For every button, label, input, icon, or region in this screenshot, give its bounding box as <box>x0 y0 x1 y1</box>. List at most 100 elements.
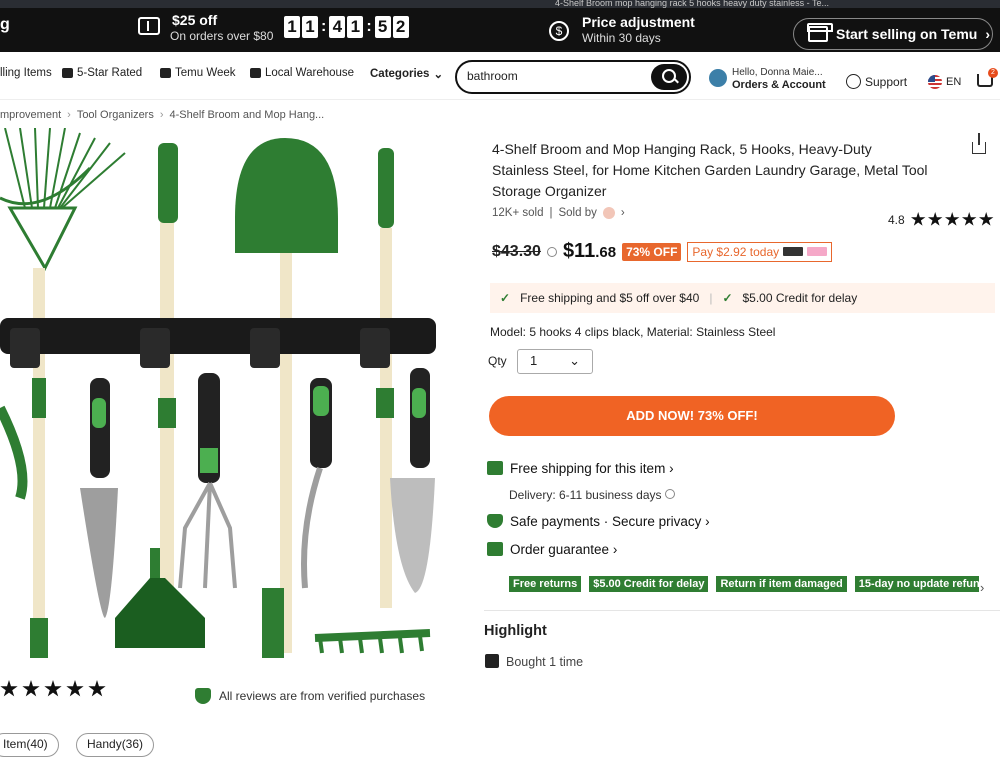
bag-icon <box>485 654 499 668</box>
delivery-estimate: Delivery: 6-11 business days <box>509 488 675 502</box>
product-rating[interactable]: 4.8 <box>888 212 994 227</box>
timer-digit: 1 <box>347 16 364 38</box>
nav-temu-week[interactable]: Temu Week <box>160 67 236 79</box>
search-box <box>455 60 691 94</box>
language-selector[interactable]: EN <box>946 76 961 88</box>
shield-icon <box>195 688 211 704</box>
safe-payments-link[interactable]: Safe payments · Secure privacy › <box>510 514 710 529</box>
nav-label: Categories <box>370 68 430 80</box>
nav-best-selling[interactable]: lling Items <box>0 67 52 79</box>
support-link[interactable]: Support <box>865 75 907 89</box>
pay-later-box[interactable]: Pay $2.92 today <box>687 241 833 262</box>
sale-price-main: $11 <box>562 240 596 262</box>
star-icon <box>961 212 977 226</box>
guarantee-icon <box>487 542 503 556</box>
nav-local-warehouse[interactable]: Local Warehouse <box>250 67 354 79</box>
shop-icon <box>807 23 833 42</box>
product-meta: 12K+ sold | Sold by › <box>492 207 625 219</box>
price-row: $43.30 $11.68 73% OFF Pay $2.92 today <box>492 240 833 263</box>
info-icon[interactable] <box>664 489 675 499</box>
sale-price: $11.68 <box>563 240 616 263</box>
section-divider <box>484 610 1000 611</box>
nav-categories[interactable]: Categories ⌄ <box>370 67 443 81</box>
chevron-right-icon[interactable]: › <box>621 207 625 219</box>
check-icon: ✓ <box>500 291 511 305</box>
breadcrumb: mprovement › Tool Organizers › 4-Shelf B… <box>0 109 324 121</box>
product-image[interactable] <box>0 127 450 668</box>
price-adjust-icon: $ <box>549 21 569 41</box>
browser-tab-title[interactable]: 4-Shelf Broom mop hanging rack 5 hooks h… <box>555 0 829 8</box>
star-icon <box>44 680 62 697</box>
qty-value: 1 <box>530 353 538 368</box>
coupon-condition: On orders over $80 <box>170 29 274 43</box>
star-icon <box>927 212 943 226</box>
star-icon <box>22 680 40 697</box>
order-guarantee-link[interactable]: Order guarantee › <box>510 542 617 557</box>
model-spec: Model: 5 hooks 4 clips black, Material: … <box>490 325 776 339</box>
chevron-down-icon: ⌄ <box>433 69 444 81</box>
us-flag-icon[interactable] <box>928 75 942 89</box>
info-icon[interactable] <box>546 246 557 257</box>
original-price: $43.30 <box>492 242 541 260</box>
verified-notice: All reviews are from verified purchases <box>195 688 425 704</box>
free-shipping-item-text: Free shipping for this item <box>510 461 666 476</box>
review-filter-chip[interactable]: Handy(36) <box>76 733 155 757</box>
star-icon <box>66 680 84 697</box>
seller-avatar-icon[interactable] <box>602 207 615 219</box>
nav-five-star[interactable]: 5-Star Rated <box>62 67 142 79</box>
free-shipping-offer: Free shipping and $5 off over $40 <box>520 291 700 305</box>
verified-text: All reviews are from verified purchases <box>219 689 426 703</box>
review-stars <box>0 680 106 698</box>
banner-separator: | <box>709 291 713 305</box>
star-icon <box>944 212 960 226</box>
qty-select[interactable]: 1 ⌄ <box>517 349 593 374</box>
star-icon <box>978 212 994 226</box>
nav-label: lling Items <box>0 67 52 79</box>
thumbs-up-icon <box>62 68 73 78</box>
pay-today-text: Pay $2.92 today <box>692 244 780 259</box>
shipping-banner: ✓ Free shipping and $5 off over $40 | ✓ … <box>490 283 995 313</box>
price-adjust-title: Price adjustment <box>582 14 695 30</box>
browser-tab-strip: 4-Shelf Broom mop hanging rack 5 hooks h… <box>0 0 1000 8</box>
star-icon <box>910 212 926 226</box>
timer-digit: 5 <box>374 16 391 38</box>
search-button[interactable] <box>651 64 687 90</box>
timer-digit: 1 <box>284 16 300 38</box>
product-photo <box>0 127 436 658</box>
orders-account-link[interactable]: Orders & Account <box>732 79 826 91</box>
sold-by-label[interactable]: Sold by <box>558 207 596 219</box>
breadcrumb-item[interactable]: Tool Organizers <box>77 109 154 121</box>
search-input[interactable] <box>467 69 637 83</box>
breadcrumb-separator: › <box>159 109 164 121</box>
add-to-cart-button[interactable]: ADD NOW! 73% OFF! <box>489 396 895 436</box>
nav-label: Temu Week <box>175 67 236 79</box>
highlight-heading: Highlight <box>484 623 547 639</box>
review-filter-chip[interactable]: Item(40) <box>0 733 59 757</box>
breadcrumb-item[interactable]: mprovement <box>0 109 61 121</box>
delivery-text: Delivery: 6-11 business days <box>509 488 662 502</box>
shield-check-icon <box>487 514 503 528</box>
star-icon <box>0 680 18 697</box>
coupon-amount: $25 off <box>172 12 218 28</box>
credit-delay-offer: $5.00 Credit for delay <box>742 291 858 305</box>
guarantee-tags: Free returns $5.00 Credit for delay Retu… <box>509 576 979 592</box>
truck-icon <box>250 68 261 78</box>
guarantee-tag: Return if item damaged <box>716 576 847 592</box>
share-icon[interactable] <box>972 133 986 154</box>
meta-separator: | <box>549 207 553 219</box>
account-greeting[interactable]: Hello, Donna Maie... <box>732 67 823 78</box>
discount-badge: 73% OFF <box>622 242 682 261</box>
start-selling-button[interactable]: Start selling on Temu › <box>793 18 993 50</box>
sale-price-cents: .68 <box>595 244 617 261</box>
support-icon[interactable] <box>846 74 861 89</box>
avatar[interactable] <box>709 69 727 87</box>
sold-count: 12K+ sold <box>492 207 544 219</box>
promo-left-text: g <box>0 16 10 33</box>
klarna-logo-icon <box>807 247 828 256</box>
chevron-right-icon[interactable]: › <box>980 580 984 595</box>
bought-count: Bought 1 time <box>506 655 584 669</box>
free-shipping-item-link[interactable]: Free shipping for this item › <box>510 461 674 476</box>
product-title: 4-Shelf Broom and Mop Hanging Rack, 5 Ho… <box>492 141 928 199</box>
start-selling-label: Start selling on Temu <box>836 26 978 42</box>
countdown-timer: 1 1 : 4 1 : 5 2 <box>284 16 409 38</box>
